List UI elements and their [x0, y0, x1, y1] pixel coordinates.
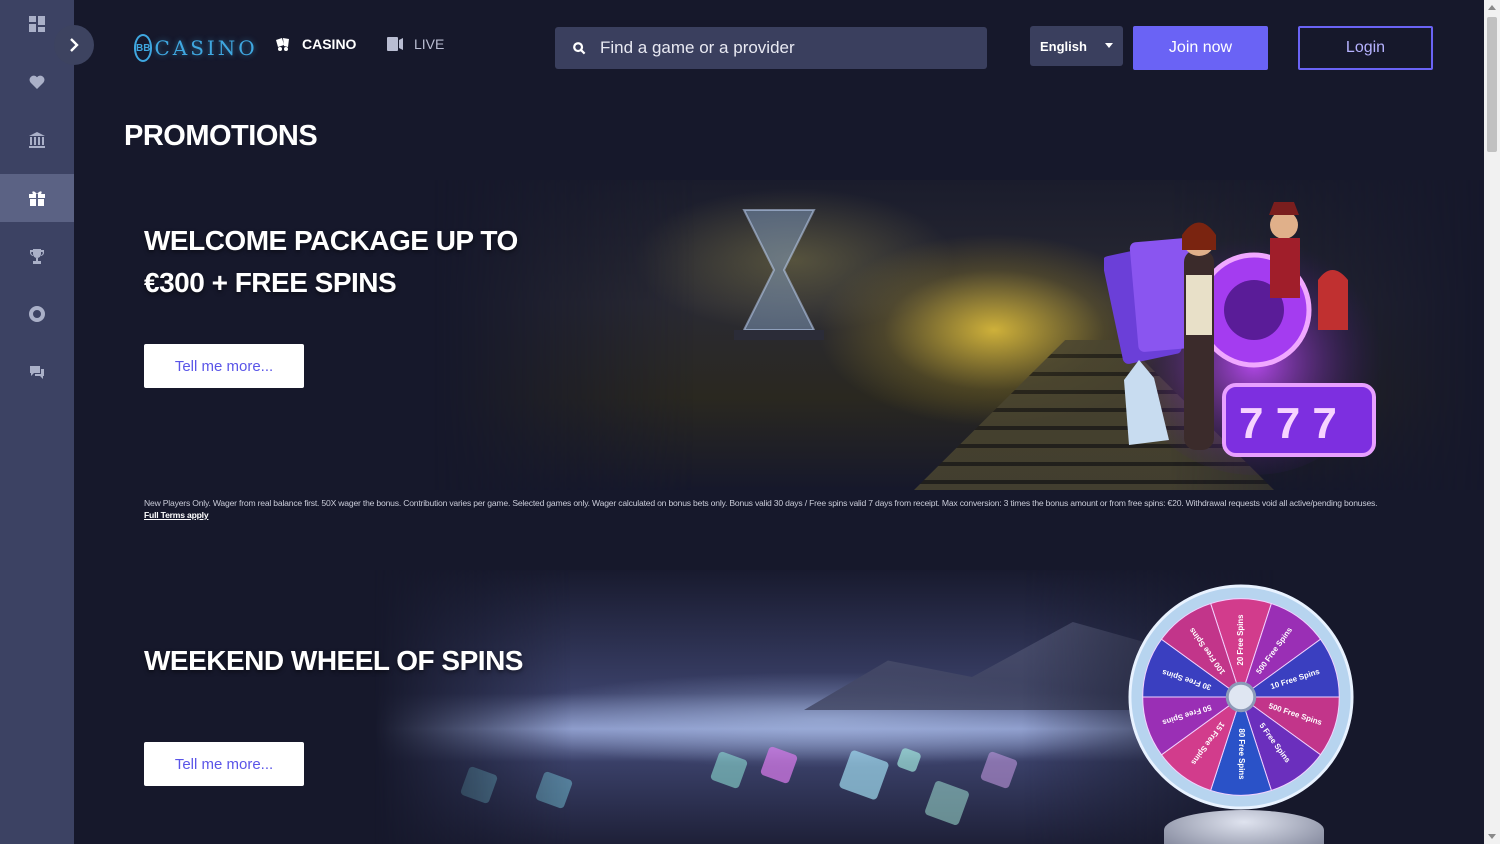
expand-sidebar-button[interactable]	[54, 25, 94, 65]
language-select[interactable]: English	[1030, 26, 1123, 66]
svg-text:7 7 7: 7 7 7	[1239, 399, 1337, 448]
lifebuoy-icon	[29, 306, 45, 322]
hourglass-image	[734, 209, 824, 340]
promo-card-welcome: WELCOME PACKAGE UP TO €300 + FREE SPINS …	[74, 180, 1484, 490]
promo-characters-slot-image: 7 7 7	[1104, 202, 1384, 475]
tell-me-more-button[interactable]: Tell me more...	[144, 344, 304, 388]
login-button[interactable]: Login	[1298, 26, 1433, 70]
logo-badge: BB	[134, 34, 153, 62]
scroll-up-arrow-icon[interactable]	[1488, 5, 1496, 10]
live-dealer-icon	[387, 37, 403, 51]
promo-heading: WEEKEND WHEEL OF SPINS	[144, 645, 523, 676]
chevron-right-icon	[70, 38, 79, 52]
page-scrollbar[interactable]	[1484, 0, 1500, 844]
sidebar-item-favorites[interactable]	[0, 58, 74, 106]
promo-heading: WELCOME PACKAGE UP TO €300 + FREE SPINS	[144, 225, 518, 298]
full-terms-link[interactable]: Full Terms apply	[144, 510, 209, 520]
page-title: PROMOTIONS	[124, 120, 318, 152]
casino-building-icon	[29, 132, 45, 148]
trophy-icon	[29, 249, 45, 264]
wheel-stand-image	[1164, 810, 1324, 844]
gift-icon	[29, 191, 45, 206]
sidebar-item-casino[interactable]	[0, 116, 74, 164]
cards-icon	[276, 38, 289, 51]
search-bar[interactable]	[555, 27, 987, 69]
chat-icon	[30, 366, 44, 379]
scroll-down-arrow-icon[interactable]	[1488, 834, 1496, 839]
site-logo[interactable]: BB CASINO	[134, 30, 255, 66]
search-input[interactable]	[600, 38, 980, 58]
dashboard-icon	[29, 16, 45, 32]
logo-text: CASINO	[154, 36, 258, 60]
promo-card-weekend-wheel: WEEKEND WHEEL OF SPINS Tell me more... 2…	[74, 570, 1484, 844]
sidebar	[0, 0, 74, 844]
nav-casino-label: CASINO	[302, 36, 357, 52]
main-content: BB CASINO CASINO LIVE English Join now L…	[74, 0, 1484, 844]
sidebar-item-chat[interactable]	[0, 348, 74, 396]
nav-live-label: LIVE	[414, 36, 445, 52]
nav-casino[interactable]: CASINO	[274, 36, 356, 52]
join-now-button[interactable]: Join now	[1133, 26, 1268, 70]
nav-live[interactable]: LIVE	[386, 36, 444, 52]
language-value: English	[1040, 38, 1087, 54]
terms-text: New Players Only. Wager from real balanc…	[144, 498, 1378, 520]
sidebar-item-promotions[interactable]	[0, 174, 74, 222]
search-icon	[573, 41, 586, 54]
sidebar-item-support[interactable]	[0, 290, 74, 338]
tell-me-more-button[interactable]: Tell me more...	[144, 742, 304, 786]
scroll-thumb[interactable]	[1487, 17, 1497, 152]
heart-icon	[29, 75, 45, 89]
wheel-segment-label: 80 Free Spins	[1237, 728, 1246, 780]
caret-down-icon	[1105, 43, 1113, 48]
prize-wheel-image: 20 Free Spins 500 Free Spins10 Free Spins…	[1128, 584, 1354, 810]
sidebar-item-tournaments[interactable]	[0, 232, 74, 280]
wheel-segment-label: 20 Free Spins	[1236, 614, 1245, 666]
